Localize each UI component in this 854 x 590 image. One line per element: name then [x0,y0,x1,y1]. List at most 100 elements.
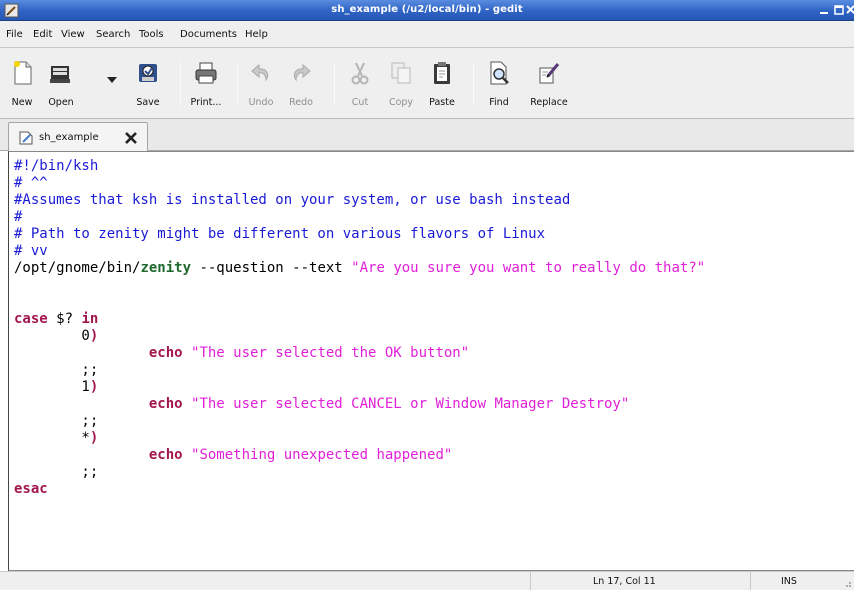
paste-label: Paste [429,97,455,108]
new-document-icon [9,60,35,86]
code-line[interactable]: # [14,209,705,226]
cursor-position: Ln 17, Col 11 [593,576,656,587]
print-label: Print... [190,97,222,108]
print-icon [193,60,219,86]
open-button[interactable]: Open [42,56,80,114]
code-line[interactable]: 0) [14,328,705,345]
redo-icon [288,60,314,86]
paste-button[interactable]: Paste [426,56,458,114]
minimize-icon[interactable] [817,3,831,17]
resize-grip-icon[interactable] [842,578,852,588]
code-line[interactable]: # vv [14,243,705,260]
recent-files-dropdown[interactable] [100,56,124,96]
code-line[interactable]: *) [14,430,705,447]
text-editor[interactable]: #!/bin/ksh # ^^ #Assumes that ksh is insta… [8,151,854,571]
code-token: # vv [14,243,48,259]
code-line[interactable]: #!/bin/ksh [14,158,705,175]
code-line[interactable]: echo "The user selected the OK button" [14,345,705,362]
menu-tools[interactable]: Tools [139,29,164,40]
code-token: "The user selected CANCEL or Window Mana… [191,396,630,412]
code-line[interactable]: case $? in [14,311,705,328]
code-token: 0 [14,328,90,344]
code-token: in [81,311,99,327]
new-label: New [11,97,33,108]
code-token: ) [89,328,99,344]
menu-edit[interactable]: Edit [33,29,52,40]
code-token: # Path to zenity might be different on v… [14,226,546,242]
title-bar[interactable]: sh_example (/u2/local/bin) - gedit [0,0,854,21]
dropdown-arrow-icon [106,76,118,84]
code-line[interactable]: esac [14,481,705,498]
menu-search[interactable]: Search [96,29,130,40]
save-icon [135,60,161,86]
redo-button[interactable]: Redo [286,56,316,114]
menu-help[interactable]: Help [245,29,268,40]
cut-label: Cut [351,97,369,108]
maximize-icon[interactable] [832,3,846,17]
toolbar-separator [473,62,474,106]
status-bar: Ln 17, Col 11 INS [0,571,854,590]
code-token: ;; [14,362,99,378]
redo-label: Redo [289,97,313,108]
code-token: echo [14,447,183,463]
code-token: ) [89,379,99,395]
window-title: sh_example (/u2/local/bin) - gedit [331,4,523,15]
copy-icon [388,60,414,86]
undo-label: Undo [248,97,274,108]
code-line[interactable]: echo "Something unexpected happened" [14,447,705,464]
code-token: $? [47,311,82,327]
new-button[interactable]: New [6,56,38,114]
code-line[interactable] [14,294,705,311]
cut-button[interactable]: Cut [346,56,374,114]
find-button[interactable]: Find [484,56,514,114]
toolbar-separator [237,62,238,106]
code-token: ;; [14,413,99,429]
code-line[interactable]: # ^^ [14,175,705,192]
save-label: Save [136,97,160,108]
code-line[interactable]: ;; [14,464,705,481]
code-token: # ^^ [14,175,48,191]
code-line[interactable]: ;; [14,413,705,430]
code-token: * [14,430,90,446]
copy-button[interactable]: Copy [386,56,416,114]
open-label: Open [48,97,74,108]
replace-button[interactable]: Replace [524,56,574,114]
code-token: echo [14,345,183,361]
open-folder-icon [48,60,74,86]
code-token: /opt/gnome/bin/ [14,260,141,276]
code-token: case [14,311,48,327]
menu-file[interactable]: File [6,29,23,40]
menu-view[interactable]: View [61,29,85,40]
save-button[interactable]: Save [132,56,164,114]
toolbar-separator [180,62,181,106]
code-line[interactable]: # Path to zenity might be different on v… [14,226,705,243]
menu-bar: File Edit View Search Tools Documents He… [0,21,854,48]
close-window-icon[interactable] [846,3,854,17]
code-line[interactable]: #Assumes that ksh is installed on your s… [14,192,705,209]
code-line[interactable]: ;; [14,362,705,379]
insert-mode: INS [781,576,797,587]
undo-icon [248,60,274,86]
code-view[interactable]: #!/bin/ksh # ^^ #Assumes that ksh is insta… [14,158,705,498]
menu-documents[interactable]: Documents [180,29,237,40]
code-token: echo [14,396,183,412]
undo-button[interactable]: Undo [246,56,276,114]
code-line[interactable] [14,277,705,294]
print-button[interactable]: Print... [186,56,226,114]
code-line[interactable]: echo "The user selected CANCEL or Window… [14,396,705,413]
status-cell: Ln 17, Col 11 [530,572,750,590]
tab-strip: sh_example [0,119,854,152]
code-line[interactable]: 1) [14,379,705,396]
cut-icon [347,60,373,86]
tab-sh-example[interactable]: sh_example [8,122,148,152]
find-icon [486,60,512,86]
code-token: "Are you sure you want to really do that… [351,260,706,276]
replace-label: Replace [530,97,568,108]
find-label: Find [489,97,509,108]
code-line[interactable]: /opt/gnome/bin/zenity --question --text … [14,260,705,277]
code-token: esac [14,481,48,497]
status-cell: INS [750,572,854,590]
close-icon[interactable] [123,130,139,146]
